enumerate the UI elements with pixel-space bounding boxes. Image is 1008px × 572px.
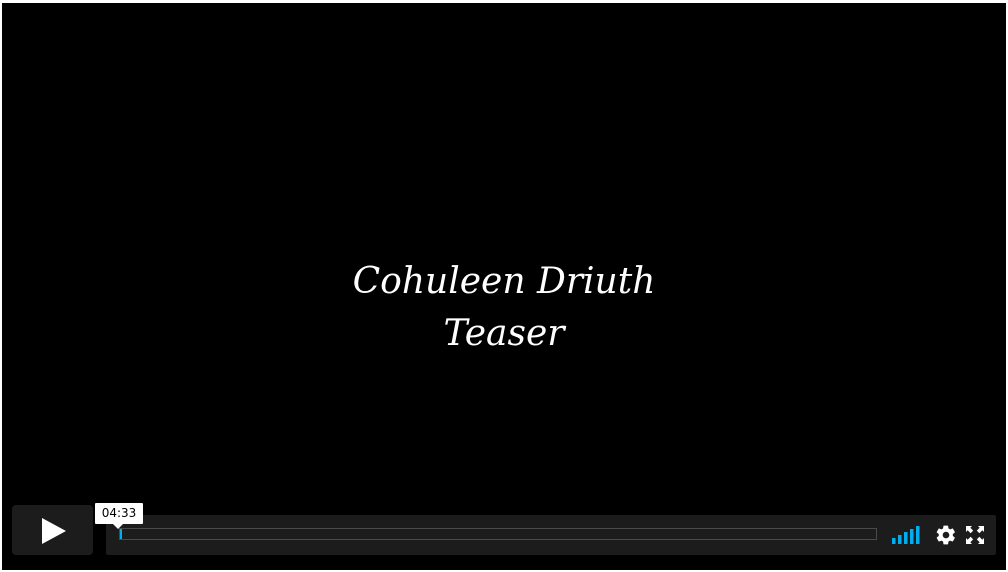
fullscreen-icon[interactable]: [966, 526, 984, 544]
gear-icon[interactable]: [935, 524, 957, 546]
play-icon: [42, 518, 66, 544]
play-button[interactable]: [12, 505, 93, 555]
volume-bars-icon[interactable]: [892, 526, 924, 544]
progress-bar[interactable]: [119, 528, 877, 540]
video-title-line-1: Cohuleen Driuth: [352, 261, 656, 302]
playhead[interactable]: [121, 530, 122, 538]
control-bar: [106, 515, 996, 555]
video-title-card: Cohuleen Driuth Teaser: [2, 256, 1006, 360]
time-tooltip: 04:33: [95, 503, 143, 529]
video-player[interactable]: Cohuleen Driuth Teaser: [2, 3, 1006, 570]
video-title-line-2: Teaser: [443, 313, 565, 354]
